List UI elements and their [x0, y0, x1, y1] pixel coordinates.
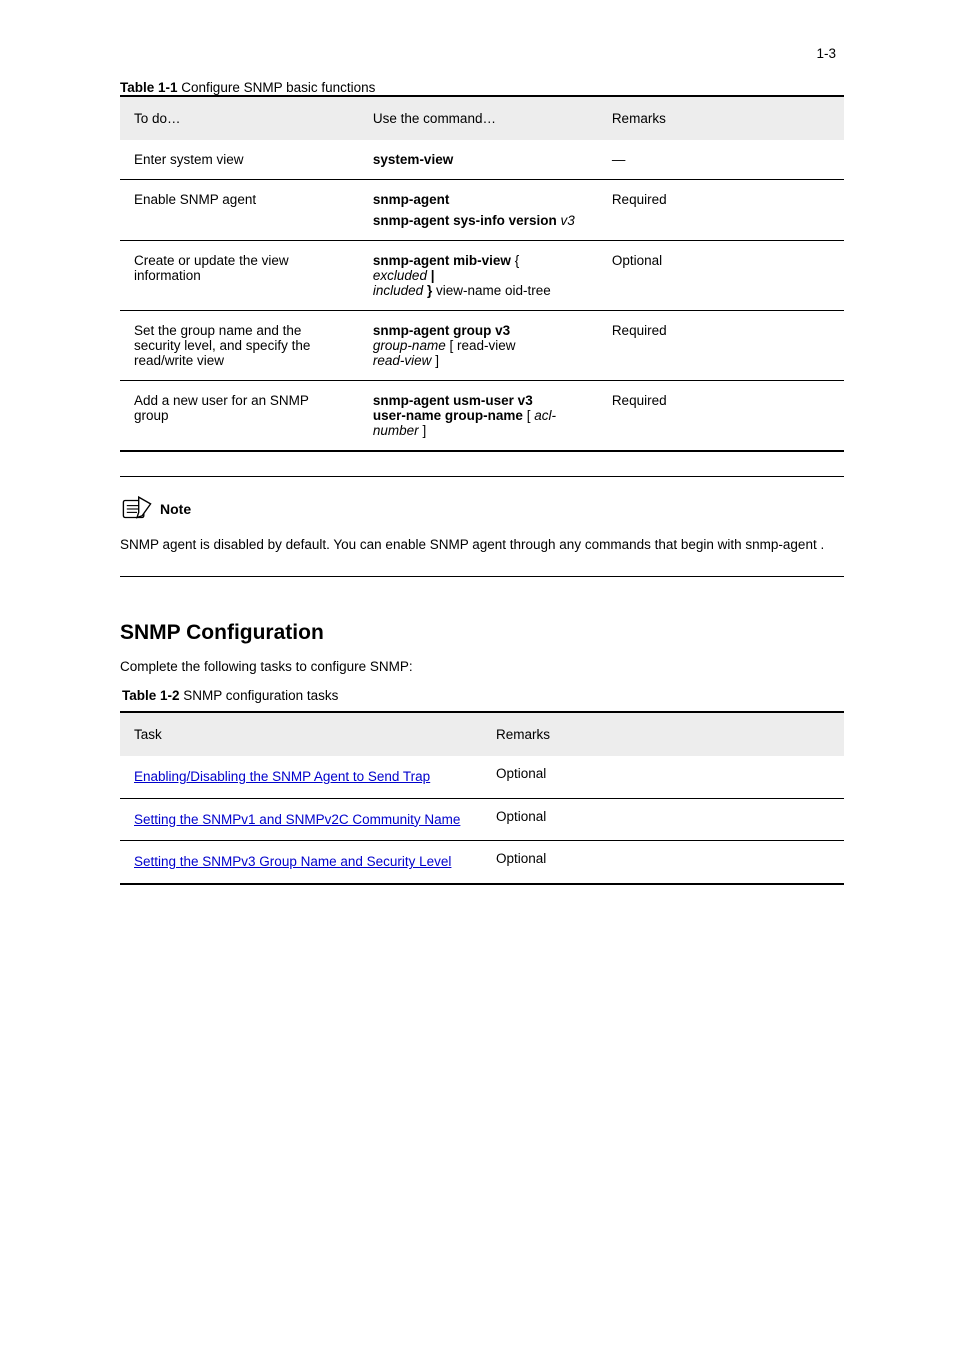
cell: Optional [482, 798, 844, 841]
cell: Optional [598, 241, 844, 311]
cell: Required [598, 381, 844, 452]
cell: Set the group name and the security leve… [120, 311, 359, 381]
table-row: Setting the SNMPv1 and SNMPv2C Community… [120, 798, 844, 841]
col-task: Task [120, 712, 482, 756]
cell: snmp-agent mib-view { excluded | include… [359, 241, 598, 311]
config-table: To do… Use the command… Remarks Enter sy… [120, 95, 844, 452]
cell: Setting the SNMPv3 Group Name and Securi… [120, 841, 482, 884]
table1-caption: Table 1-1 Configure SNMP basic functions [120, 80, 844, 95]
link-snmp-agent[interactable]: Enabling/Disabling the SNMP Agent to Sen… [134, 769, 430, 784]
divider [120, 576, 844, 577]
link-community[interactable]: Setting the SNMPv1 and SNMPv2C Community… [134, 812, 460, 827]
cell: Optional [482, 756, 844, 798]
note-text: SNMP agent is disabled by default. You c… [120, 529, 844, 576]
cell: Setting the SNMPv1 and SNMPv2C Community… [120, 798, 482, 841]
cell: snmp-agent group v3 group-name [ read-vi… [359, 311, 598, 381]
col-remarks: Remarks [598, 96, 844, 140]
cell: snmp-agent usm-user v3 user-name group-n… [359, 381, 598, 452]
table-row: Create or update the view information sn… [120, 241, 844, 311]
cell: Add a new user for an SNMP group [120, 381, 359, 452]
note-block: Note SNMP agent is disabled by default. … [120, 476, 844, 577]
cell: Enable SNMP agent [120, 180, 359, 241]
col-remarks: Remarks [482, 712, 844, 756]
table-row: Enabling/Disabling the SNMP Agent to Sen… [120, 756, 844, 798]
section-lead: Complete the following tasks to configur… [120, 659, 844, 674]
table-row: Setting the SNMPv3 Group Name and Securi… [120, 841, 844, 884]
cell: Create or update the view information [120, 241, 359, 311]
table-row: Enter system view system-view — [120, 140, 844, 180]
cell: Required [598, 180, 844, 241]
col-to-do: To do… [120, 96, 359, 140]
cell: — [598, 140, 844, 180]
col-use: Use the command… [359, 96, 598, 140]
cell: system-view [359, 140, 598, 180]
table2-caption: Table 1-2 SNMP configuration tasks [120, 688, 844, 711]
cell: Required [598, 311, 844, 381]
table-row: Add a new user for an SNMP group snmp-ag… [120, 381, 844, 452]
cell: Optional [482, 841, 844, 884]
note-label: Note [160, 501, 191, 517]
cell: Enabling/Disabling the SNMP Agent to Sen… [120, 756, 482, 798]
page-number: 1-3 [816, 46, 836, 61]
table-row: Enable SNMP agent snmp-agent snmp-agent … [120, 180, 844, 241]
cell: Enter system view [120, 140, 359, 180]
tasks-table: Task Remarks Enabling/Disabling the SNMP… [120, 711, 844, 885]
note-icon [120, 495, 154, 523]
table-header-row: Task Remarks [120, 712, 844, 756]
link-group[interactable]: Setting the SNMPv3 Group Name and Securi… [134, 854, 451, 869]
cell: snmp-agent snmp-agent sys-info version v… [359, 180, 598, 241]
table-row: Set the group name and the security leve… [120, 311, 844, 381]
section-heading: SNMP Configuration [120, 621, 844, 645]
table-header-row: To do… Use the command… Remarks [120, 96, 844, 140]
